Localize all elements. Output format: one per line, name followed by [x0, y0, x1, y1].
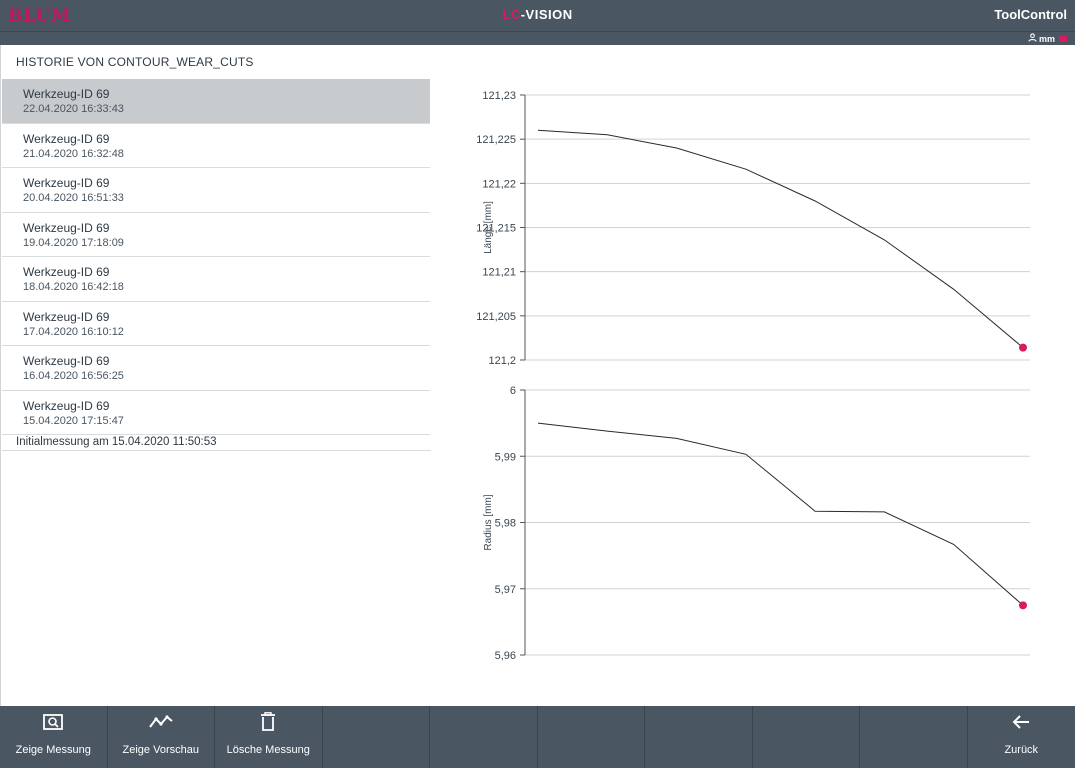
y-tick-label: 121,2	[488, 355, 516, 367]
line-chart-icon	[148, 712, 173, 737]
back-button[interactable]: Zurück	[968, 706, 1075, 768]
show-preview-label: Zeige Vorschau	[122, 744, 199, 756]
current-measurement-point	[1019, 601, 1027, 610]
trash-icon	[259, 712, 277, 737]
y-tick-label: 5,97	[495, 584, 516, 596]
y-tick-label: 5,99	[495, 451, 516, 463]
charts-area: 121,23121,225121,22121,215121,21121,2051…	[476, 90, 1030, 662]
search-document-icon	[42, 712, 64, 737]
y-tick-label: 5,96	[495, 650, 516, 662]
flag-icon	[1059, 35, 1067, 42]
series-line	[537, 422, 1024, 606]
series-line	[537, 129, 1024, 348]
arrow-left-icon	[1011, 712, 1031, 737]
back-label: Zurück	[1004, 744, 1039, 756]
status-bar: mm	[0, 31, 1075, 45]
y-tick-label: 121,23	[482, 90, 516, 102]
app-title-accent: LC	[502, 7, 521, 22]
y-tick-label: 121,225	[476, 134, 516, 146]
toolbar-slot-8	[753, 706, 860, 768]
toolbar-slot-5	[430, 706, 538, 768]
y-tick-label: 121,22	[482, 178, 516, 190]
y-tick-label: 6	[510, 385, 516, 397]
app-title: LC-VISION	[0, 7, 1075, 22]
top-bar: BLUM LC-VISION ToolControl	[0, 0, 1075, 31]
y-tick-label: 5,98	[495, 518, 516, 530]
y-tick-label: 121,21	[482, 267, 516, 279]
main-content: HISTORIE VON CONTOUR_WEAR_CUTS Werkzeug-…	[0, 45, 1075, 706]
unit-label: mm	[1038, 33, 1055, 44]
app-title-rest: -VISION	[520, 7, 573, 22]
current-measurement-point	[1019, 343, 1027, 352]
toolbar-slot-4	[323, 706, 430, 768]
show-preview-button[interactable]: Zeige Vorschau	[108, 706, 215, 768]
delete-measurement-label: Lösche Messung	[226, 744, 310, 756]
user-icon	[1028, 33, 1037, 44]
toolbar-slot-6	[538, 706, 645, 768]
delete-measurement-button[interactable]: Lösche Messung	[215, 706, 323, 768]
y-tick-label: 121,205	[476, 311, 516, 323]
toolbar-slot-7	[645, 706, 753, 768]
unit-indicator[interactable]: mm	[1028, 33, 1067, 44]
y-axis-label: Radius [mm]	[483, 494, 494, 550]
module-title: ToolControl	[994, 7, 1067, 22]
show-measurement-label: Zeige Messung	[15, 744, 91, 756]
toolbar-slot-9	[860, 706, 968, 768]
show-measurement-button[interactable]: Zeige Messung	[0, 706, 108, 768]
y-axis-label: Länge [mm]	[483, 201, 494, 254]
bottom-toolbar: Zeige Messung Zeige Vorschau Lösche Mess…	[0, 706, 1075, 768]
